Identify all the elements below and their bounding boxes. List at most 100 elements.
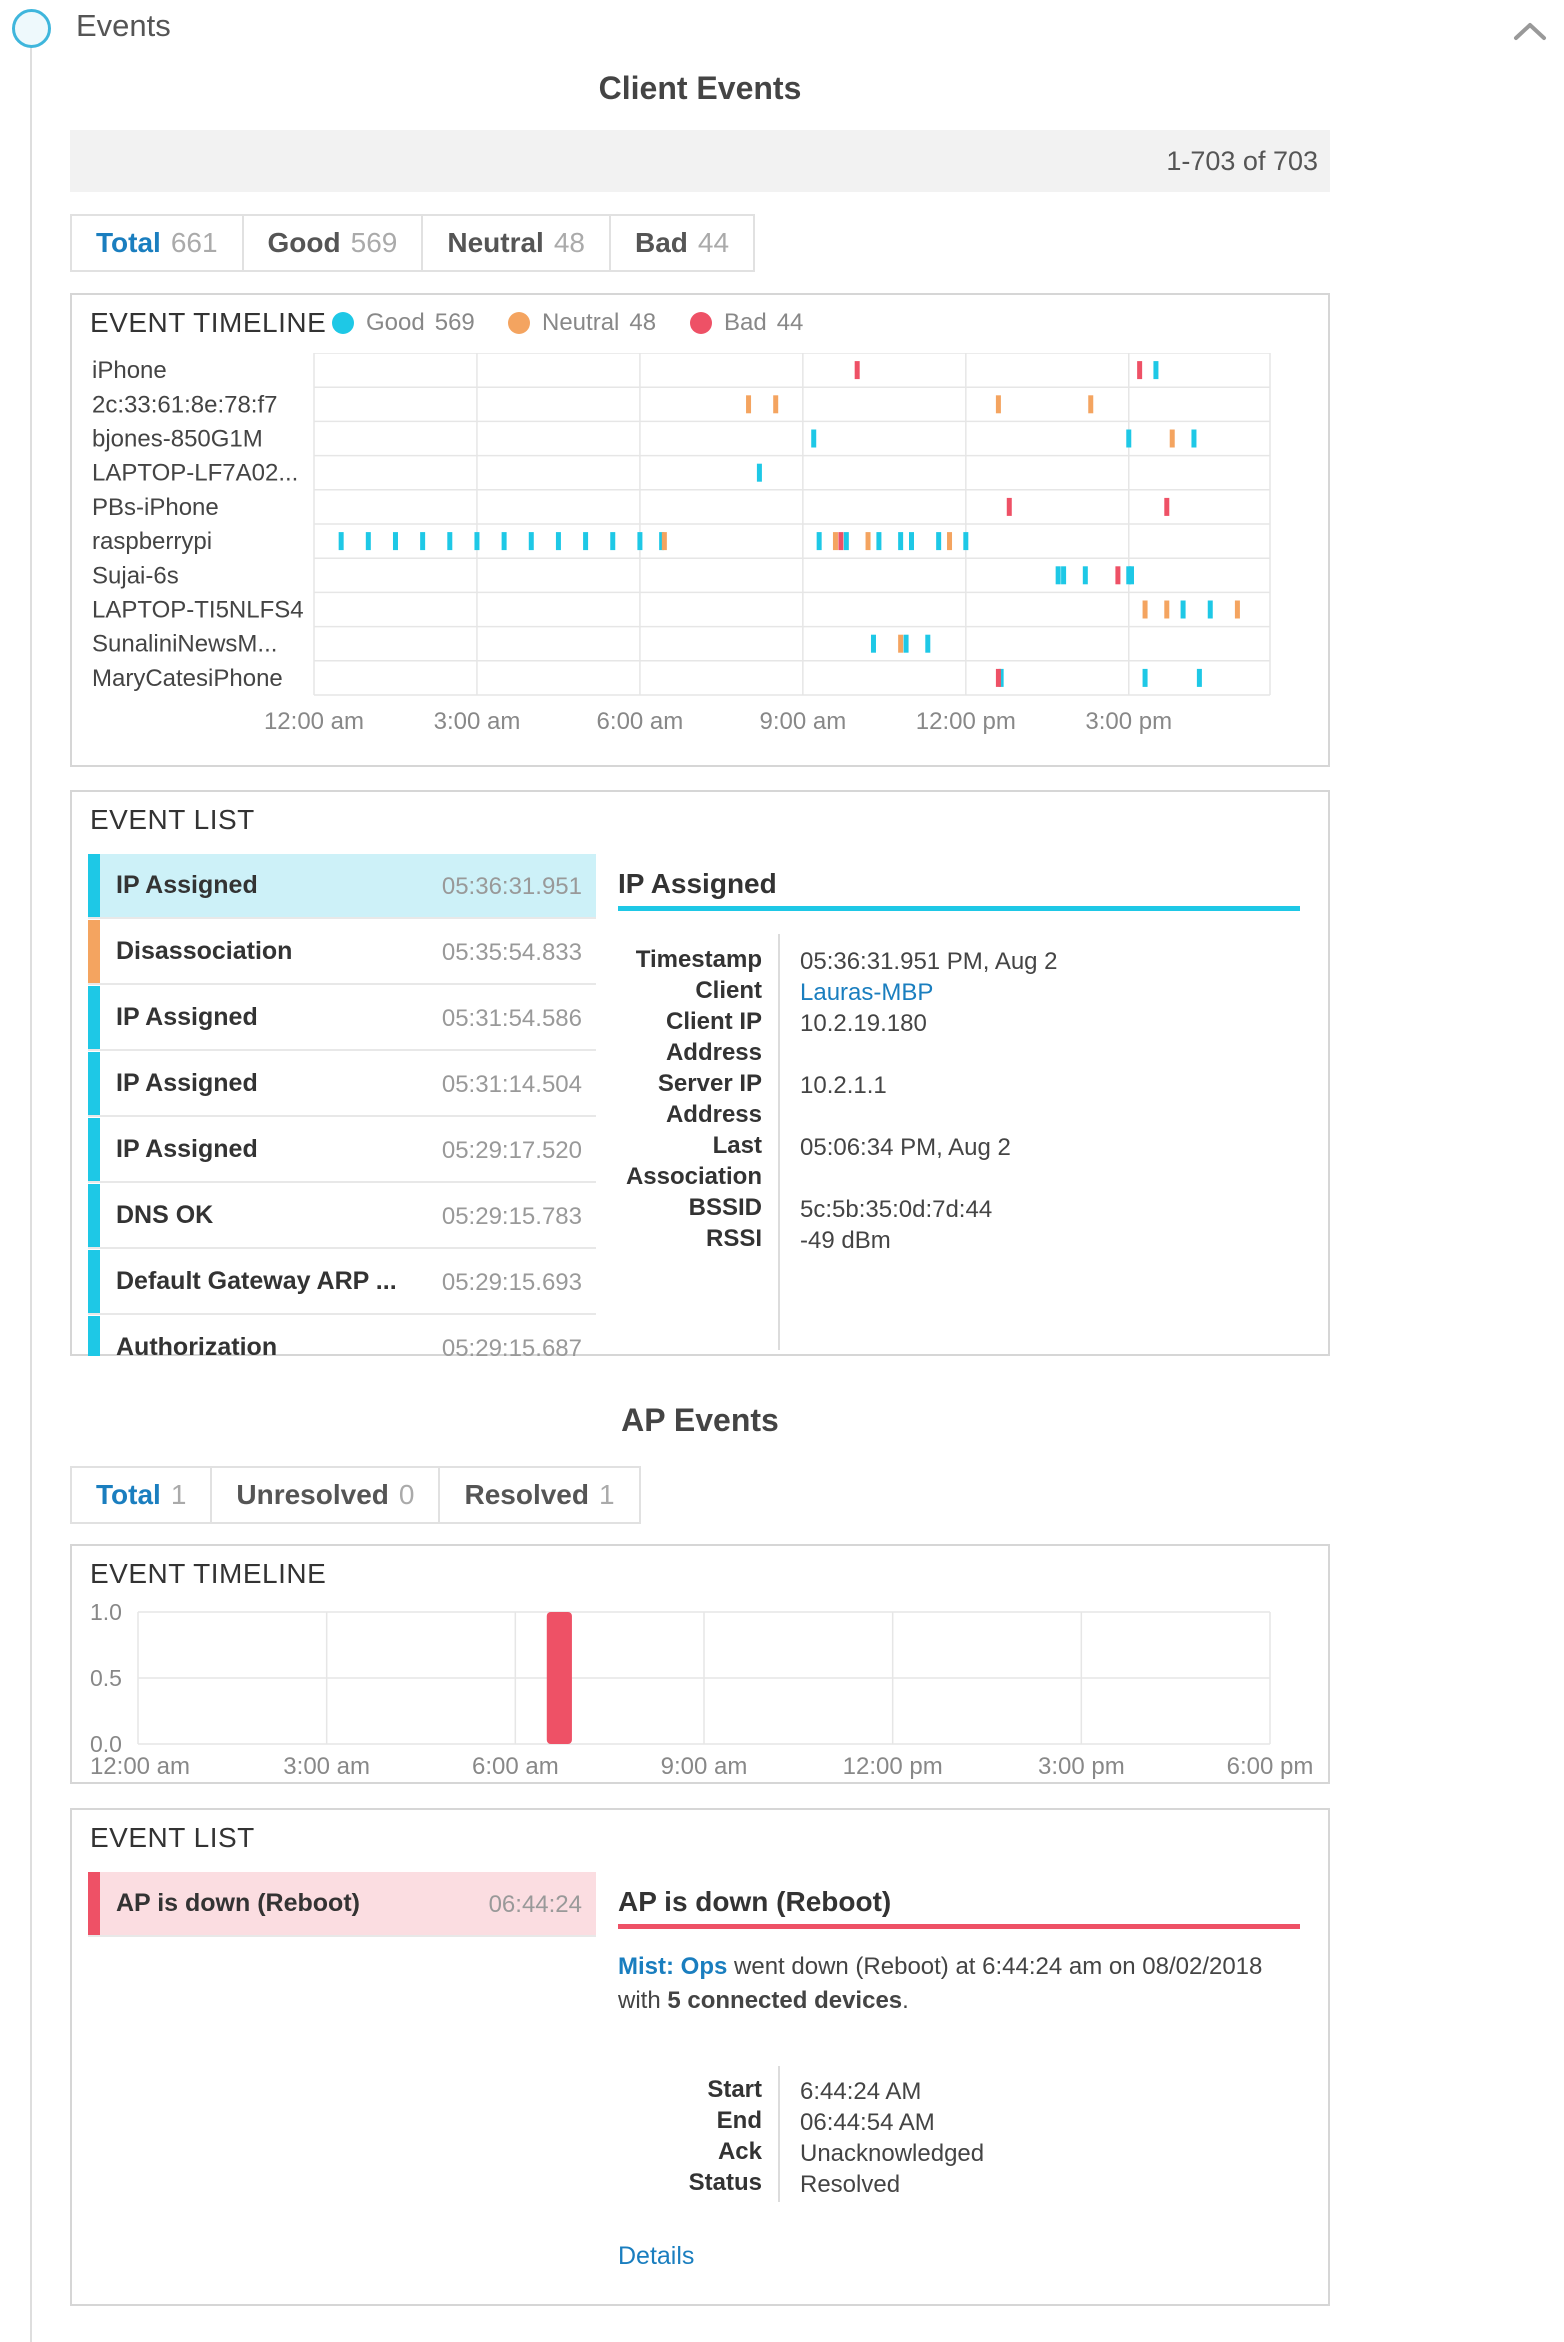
ap-timeline-chart: 0.00.51.012:00 am 3:00 am 6:00 am 9:00 am 12…: [90, 1599, 1313, 1780]
event-list-item[interactable]: DNS OK 05:29:15.783: [88, 1184, 596, 1249]
event-marker-neutral[interactable]: [1088, 395, 1094, 414]
event-marker-neutral[interactable]: [832, 532, 838, 551]
event-marker-neutral[interactable]: [865, 532, 871, 551]
event-marker-bad[interactable]: [1115, 566, 1121, 585]
tab-neutral[interactable]: Neutral 48: [423, 216, 611, 270]
client-event-tabs: Total 661 Good 569 Neutral 48 Bad 44: [70, 214, 756, 272]
event-marker-good[interactable]: [1128, 566, 1134, 585]
client-link[interactable]: Lauras-MBP: [800, 977, 933, 1008]
event-list-item[interactable]: IP Assigned 05:31:54.586: [88, 986, 596, 1051]
event-time: 05:31:14.504: [441, 1071, 582, 1098]
event-marker-neutral[interactable]: [746, 395, 752, 414]
event-bar[interactable]: [546, 1612, 572, 1744]
event-list-item[interactable]: AP is down (Reboot) 06:44:24: [88, 1872, 596, 1937]
field-label: Client: [695, 977, 762, 1004]
event-marker-good[interactable]: [909, 532, 914, 551]
event-marker-good[interactable]: [756, 463, 762, 482]
event-list-item[interactable]: IP Assigned 05:29:17.520: [88, 1118, 596, 1183]
event-marker-neutral[interactable]: [1169, 429, 1175, 448]
event-time: 05:35:54.833: [441, 939, 582, 966]
event-marker-good[interactable]: [365, 532, 371, 551]
legend-count: 44: [776, 309, 804, 336]
tab-good[interactable]: Good 569: [244, 216, 424, 270]
event-marker-good[interactable]: [811, 429, 817, 448]
event-marker-good[interactable]: [1180, 600, 1186, 619]
event-marker-good[interactable]: [1142, 668, 1148, 687]
event-marker-good[interactable]: [898, 532, 904, 551]
event-marker-good[interactable]: [963, 532, 969, 551]
event-marker-good[interactable]: [1191, 429, 1197, 448]
event-marker-good[interactable]: [555, 532, 561, 551]
event-marker-good[interactable]: [936, 532, 942, 551]
event-marker-good[interactable]: [876, 532, 882, 551]
event-marker-good[interactable]: [583, 532, 589, 551]
event-list-item[interactable]: IP Assigned 05:31:14.504: [88, 1052, 596, 1117]
event-marker-good[interactable]: [870, 634, 876, 653]
event-marker-bad[interactable]: [1006, 497, 1012, 516]
event-marker-good[interactable]: [925, 634, 931, 653]
event-marker-neutral[interactable]: [947, 532, 953, 551]
event-marker-good[interactable]: [474, 532, 480, 551]
legend-neutral[interactable]: Neutral 48: [508, 309, 656, 337]
tab-total[interactable]: Total 1: [72, 1468, 213, 1522]
event-marker-bad[interactable]: [854, 361, 860, 380]
event-marker-good[interactable]: [637, 532, 643, 551]
event-marker-good[interactable]: [338, 532, 344, 551]
event-marker-good[interactable]: [1055, 566, 1061, 585]
legend-label: Good: [366, 309, 425, 336]
event-marker-bad[interactable]: [1137, 361, 1143, 380]
event-marker-good[interactable]: [501, 532, 507, 551]
legend-bad[interactable]: Bad 44: [690, 309, 803, 337]
event-list-item[interactable]: Authorization 05:29:15.687: [88, 1316, 596, 1356]
event-time: 05:29:15.687: [441, 1335, 582, 1356]
event-marker-neutral[interactable]: [773, 395, 779, 414]
event-marker-good[interactable]: [816, 532, 822, 551]
event-marker-good[interactable]: [1126, 429, 1132, 448]
ap-event-timeline-panel: EVENT TIMELINE 0.0 0.5 1.0 12:00 am 3:00 am 6…: [70, 1544, 1330, 1784]
x-tick-label: 3:00 am: [283, 1753, 370, 1780]
event-marker-good[interactable]: [1153, 361, 1159, 380]
event-marker-neutral[interactable]: [898, 634, 904, 653]
tab-count: 569: [350, 227, 398, 258]
site-link[interactable]: Mist: Ops: [618, 1953, 727, 1980]
tab-resolved[interactable]: Resolved 1: [440, 1468, 638, 1522]
event-marker-neutral[interactable]: [1164, 600, 1170, 619]
field-label: RSSI: [705, 1225, 762, 1252]
row-label: iPhone: [92, 357, 167, 384]
event-marker-good[interactable]: [843, 532, 849, 551]
event-marker-good[interactable]: [610, 532, 616, 551]
x-tick-label: 12:00 pm: [916, 708, 1016, 735]
tab-unresolved[interactable]: Unresolved 0: [212, 1468, 441, 1522]
event-list-item[interactable]: Disassociation 05:35:54.833: [88, 920, 596, 985]
event-name: IP Assigned: [116, 1135, 258, 1163]
event-marker-neutral[interactable]: [995, 395, 1001, 414]
client-event-timeline-panel: EVENT TIMELINE Good 569 Neutral 48 Bad 44 1…: [70, 293, 1330, 767]
event-list-item[interactable]: IP Assigned 05:36:31.951: [88, 854, 596, 919]
field-label: Timestamp: [635, 946, 762, 973]
status-indicator: [88, 986, 100, 1049]
tab-bad[interactable]: Bad 44: [611, 216, 753, 270]
event-marker-bad[interactable]: [838, 532, 844, 551]
event-marker-good[interactable]: [1061, 566, 1067, 585]
event-marker-good[interactable]: [528, 532, 534, 551]
event-marker-bad[interactable]: [995, 668, 1001, 687]
field-value: 05:36:31.951 PM, Aug 2: [800, 948, 1058, 975]
event-marker-good[interactable]: [392, 532, 398, 551]
tab-total[interactable]: Total 661: [72, 216, 244, 270]
event-marker-good[interactable]: [1082, 566, 1088, 585]
legend-good[interactable]: Good 569: [332, 309, 475, 337]
event-marker-good[interactable]: [903, 634, 909, 653]
event-marker-good[interactable]: [1207, 600, 1213, 619]
event-marker-good[interactable]: [447, 532, 453, 551]
legend-label: Neutral: [542, 309, 620, 336]
event-list-item[interactable]: Default Gateway ARP ... 05:29:15.693: [88, 1250, 596, 1315]
details-link[interactable]: Details: [618, 2242, 694, 2271]
event-marker-good[interactable]: [420, 532, 426, 551]
event-marker-neutral[interactable]: [661, 532, 667, 551]
detail-divider: [778, 2066, 780, 2202]
event-marker-good[interactable]: [1196, 668, 1202, 687]
chevron-up-icon[interactable]: [1510, 18, 1550, 42]
event-marker-neutral[interactable]: [1142, 600, 1148, 619]
event-marker-neutral[interactable]: [1234, 600, 1240, 619]
event-marker-bad[interactable]: [1164, 497, 1170, 516]
